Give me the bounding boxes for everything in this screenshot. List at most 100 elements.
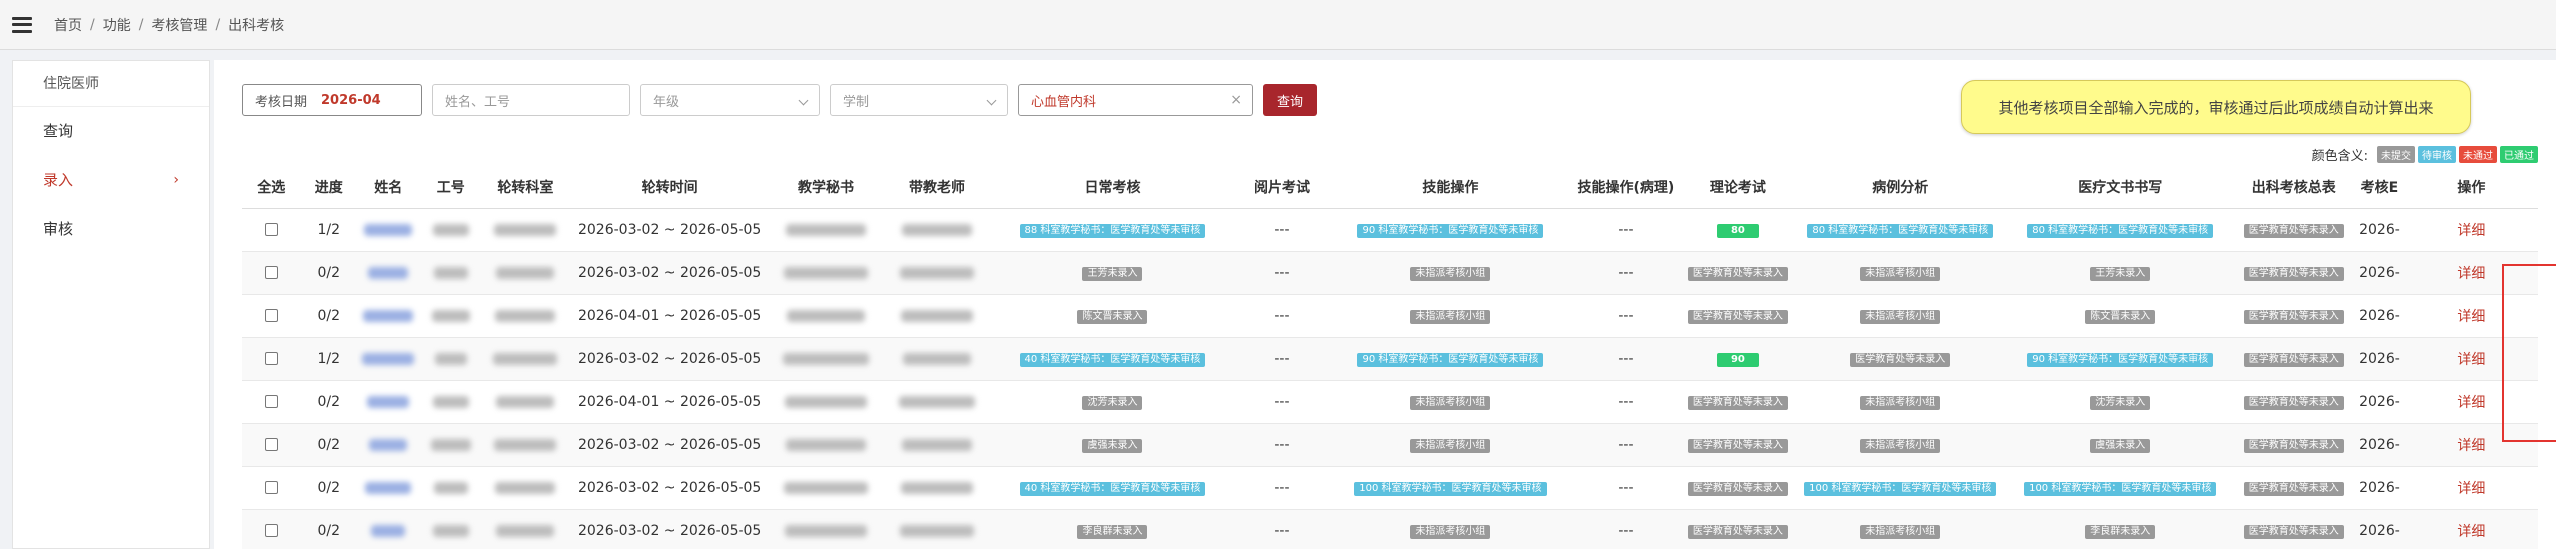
skill-pathology-exam: --- (1618, 522, 1634, 539)
skill-pathology-exam-cell: --- (1569, 423, 1683, 467)
summary-form-badge: 医学教育处等未录入 (2243, 482, 2344, 496)
query-button[interactable]: 查询 (1263, 84, 1317, 116)
teacher-cell (881, 380, 993, 424)
detail-link[interactable]: 详细 (2457, 223, 2485, 239)
resident-id-cell (419, 337, 483, 381)
teaching-secretary-redacted (785, 524, 868, 537)
legend-passed: 已通过 (2500, 146, 2538, 163)
rotation-time-cell: 2026-03-02 ~ 2026-05-05 (568, 423, 771, 467)
col-daily: 日常考核 (992, 167, 1233, 209)
theory-exam-badge: 90 (1716, 353, 1759, 367)
row-checkbox[interactable] (264, 309, 278, 322)
exam-date-cell: 2026- (2354, 380, 2405, 424)
teacher-redacted (901, 438, 972, 451)
medical-document-badge: 100 科室教学秘书：医学教育处等未审核 (2024, 482, 2217, 496)
detail-link[interactable]: 详细 (2457, 524, 2485, 540)
sidebar-item-review[interactable]: 审核 (13, 205, 209, 254)
row-checkbox[interactable] (264, 352, 278, 365)
row-checkbox[interactable] (264, 223, 278, 236)
summary-form-badge: 医学教育处等未录入 (2243, 353, 2344, 367)
education-select-placeholder: 学制 (843, 94, 870, 110)
menu-icon[interactable] (12, 16, 32, 33)
row-checkbox[interactable] (264, 438, 278, 451)
resident-name-redacted (362, 352, 415, 365)
teaching-secretary-cell (770, 294, 882, 338)
teacher-cell (881, 337, 993, 381)
skill-exam-cell: 未指派考核小组 (1331, 380, 1570, 424)
resident-name-redacted (364, 223, 413, 236)
row-checkbox[interactable] (264, 481, 278, 494)
education-select[interactable]: 学制 (830, 84, 1008, 116)
exam-date-field[interactable]: 考核日期 2026-04 (242, 84, 422, 116)
skill-exam-cell: 未指派考核小组 (1331, 509, 1570, 549)
sidebar-item-entry[interactable]: 录入 › (13, 156, 209, 205)
exam-date-cell: 2026- (2354, 208, 2405, 252)
skill-exam-cell: 未指派考核小组 (1331, 423, 1570, 467)
detail-link[interactable]: 详细 (2457, 309, 2485, 325)
progress-value: 0/2 (317, 307, 340, 324)
daily-exam-cell: 李良群未录入 (992, 509, 1233, 549)
row-checkbox[interactable] (264, 395, 278, 408)
skill-pathology-exam: --- (1618, 436, 1634, 453)
row-select-cell (242, 208, 301, 252)
skill-exam-cell: 90 科室教学秘书：医学教育处等未审核 (1331, 337, 1570, 381)
skill-exam-badge: 90 科室教学秘书：医学教育处等未审核 (1357, 224, 1544, 238)
case-analysis-cell: 未指派考核小组 (1793, 294, 2008, 338)
exam-table: 全选 进度 姓名 工号 轮转科室 轮转时间 教学秘书 带教老师 日常考核 阅片考… (242, 167, 2538, 549)
skill-exam-badge: 90 科室教学秘书：医学教育处等未审核 (1357, 353, 1544, 367)
detail-link[interactable]: 详细 (2457, 352, 2485, 368)
medical-document-cell: 90 科室教学秘书：医学教育处等未审核 (2007, 337, 2234, 381)
medical-document-badge: 80 科室教学秘书：医学教育处等未审核 (2027, 224, 2214, 238)
grade-select-placeholder: 年级 (653, 94, 680, 110)
detail-link[interactable]: 详细 (2457, 266, 2485, 282)
reading-exam: --- (1274, 479, 1290, 496)
table-row: 0/2 2026-04-01 ~ 2026-05-05 沈芳未录入 --- 未指派考核小… (242, 380, 2538, 424)
col-secretary: 教学秘书 (770, 167, 882, 209)
skill-pathology-exam-cell: --- (1569, 509, 1683, 549)
col-progress: 进度 (300, 167, 357, 209)
sidebar-item-query[interactable]: 查询 (13, 107, 209, 156)
daily-exam-badge: 陈文晋未录入 (1077, 310, 1148, 324)
medical-document-cell: 100 科室教学秘书：医学教育处等未审核 (2007, 466, 2234, 510)
resident-id-cell (419, 208, 483, 252)
exam-date-cell: 2026- (2354, 423, 2405, 467)
col-select-all[interactable]: 全选 (242, 167, 301, 209)
medical-document-badge: 陈文晋未录入 (2085, 310, 2156, 324)
medical-document-badge: 李良群未录入 (2085, 525, 2156, 539)
col-rotation-time: 轮转时间 (568, 167, 771, 209)
grade-select[interactable]: 年级 (640, 84, 820, 116)
exam-date-label: 考核日期 (255, 94, 308, 110)
clear-icon[interactable]: × (1230, 92, 1242, 108)
breadcrumb-exam-management[interactable]: 考核管理 (151, 15, 207, 35)
department-select[interactable]: 心血管内科 × (1018, 84, 1253, 116)
detail-link[interactable]: 详细 (2457, 438, 2485, 454)
breadcrumb-home[interactable]: 首页 (54, 15, 82, 35)
name-search-input[interactable]: 姓名、工号 (432, 84, 630, 116)
resident-id-redacted (434, 352, 467, 365)
skill-exam-badge: 未指派考核小组 (1410, 267, 1491, 281)
row-checkbox[interactable] (264, 266, 278, 279)
rotation-dept-cell (482, 423, 569, 467)
exam-date: 2026- (2359, 393, 2400, 410)
resident-name-cell (356, 466, 420, 510)
skill-exam-badge: 未指派考核小组 (1410, 525, 1491, 539)
theory-exam-cell: 80 (1682, 208, 1794, 252)
row-select-cell (242, 251, 301, 295)
detail-link[interactable]: 详细 (2457, 481, 2485, 497)
detail-link[interactable]: 详细 (2457, 395, 2485, 411)
name-search-placeholder: 姓名、工号 (445, 94, 511, 110)
summary-form-cell: 医学教育处等未录入 (2233, 509, 2355, 549)
rotation-dept-cell (482, 251, 569, 295)
resident-id-redacted (430, 438, 471, 451)
daily-exam-badge: 王芳未录入 (1082, 267, 1143, 281)
medical-document-badge: 王芳未录入 (2090, 267, 2151, 281)
daily-exam-cell: 虞强未录入 (992, 423, 1233, 467)
exam-date-value: 2026-04 (321, 92, 381, 108)
teacher-cell (881, 208, 993, 252)
skill-pathology-exam-cell: --- (1569, 251, 1683, 295)
breadcrumb-function[interactable]: 功能 (103, 15, 131, 35)
row-checkbox[interactable] (264, 524, 278, 537)
case-analysis-badge: 100 科室教学秘书：医学教育处等未审核 (1804, 482, 1997, 496)
progress-value: 0/2 (317, 522, 340, 539)
rotation-time-cell: 2026-03-02 ~ 2026-05-05 (568, 337, 771, 381)
